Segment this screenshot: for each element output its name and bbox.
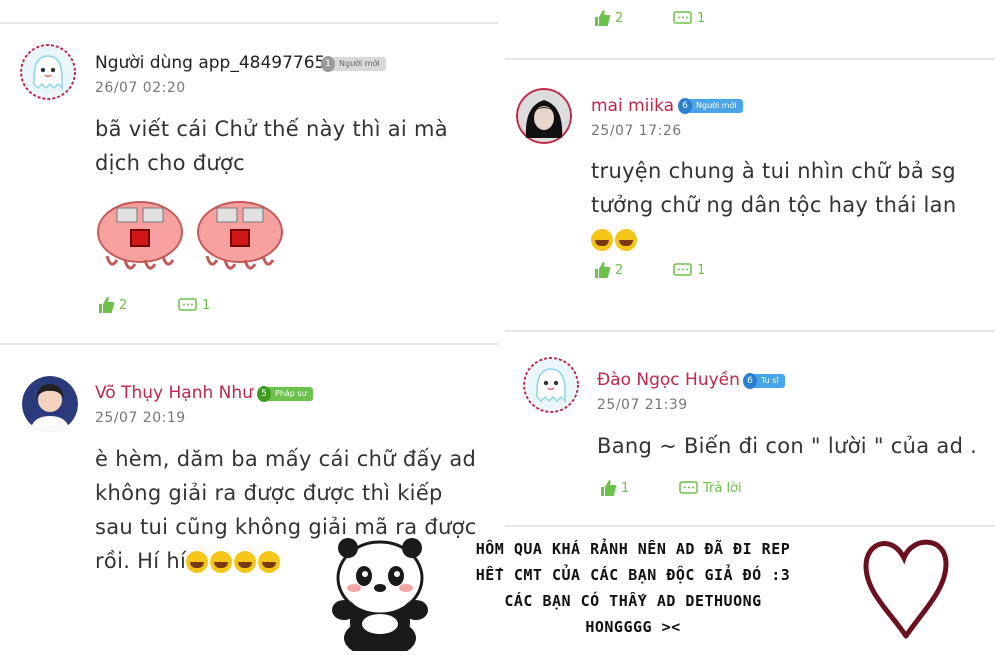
like-count: 2 [119, 297, 128, 313]
comment-line: bã viết cái Chử thế này thì ai mà [95, 117, 448, 141]
reply-count: 1 [697, 10, 706, 26]
sticker-image [95, 190, 295, 284]
caption-line: HÔM QUA KHÁ RẢNH NÊN AD ĐÃ ĐI REP [475, 540, 791, 558]
divider [505, 330, 995, 332]
heart-doodle [860, 532, 952, 648]
username[interactable]: Đào Ngọc Huyền [597, 370, 740, 390]
like-count: 1 [621, 480, 630, 496]
level-number: 6 [678, 98, 692, 114]
comment-card: mai miika 6 Người mới 25/07 17:26 truyện… [505, 60, 995, 328]
laughing-emoji-icon [210, 551, 233, 573]
level-number: 1 [321, 56, 335, 72]
comment-card: Người dùng app_48497765 1 Người mới 26/0… [0, 24, 498, 342]
divider [505, 525, 995, 527]
reply-button[interactable]: 1 [673, 10, 705, 26]
timestamp: 25/07 21:39 [597, 397, 688, 413]
jellyfish-sticker-icon [97, 201, 283, 270]
comment-icon [679, 481, 698, 494]
laughing-emoji-icon [258, 551, 281, 573]
rank-badge: 6 Người mới [678, 98, 743, 114]
avatar[interactable] [20, 44, 76, 100]
laughing-emoji-icon [234, 551, 257, 573]
timestamp: 25/07 17:26 [591, 123, 682, 139]
comment-line: tưởng chữ ng dân tộc hay thái lan [591, 193, 957, 217]
ghost-avatar-icon [523, 357, 579, 413]
comment-icon [673, 11, 692, 24]
comment-icon [178, 298, 197, 311]
rank-badge: 1 Người mới [321, 56, 386, 72]
comment-line: truyện chung à tui nhìn chữ bả sg [591, 159, 956, 183]
rank-label: Tu sĩ [761, 376, 779, 385]
laughing-emoji-icon [591, 229, 613, 251]
reply-button[interactable]: 1 [178, 297, 210, 313]
timestamp: 26/07 02:20 [95, 80, 186, 96]
reply-button[interactable]: Trả lời [679, 480, 742, 496]
panda-icon [332, 538, 428, 655]
panda-mascot [318, 528, 443, 655]
like-button[interactable]: 2 [593, 261, 623, 279]
comment-icon [673, 263, 692, 276]
comment-card-partial: 2 1 [505, 0, 995, 56]
avatar[interactable] [523, 357, 579, 413]
timestamp: 25/07 20:19 [95, 410, 186, 426]
divider [0, 343, 498, 345]
emoji-line [591, 222, 981, 256]
comment-line: không giải ra được được thì kiếp [95, 481, 443, 505]
rank-badge: 5 Pháp sư [257, 386, 313, 402]
like-count: 2 [615, 262, 624, 278]
like-count: 2 [615, 10, 624, 26]
laughing-emoji-icon [186, 551, 209, 573]
caption-text: HÔM QUA KHÁ RẢNH NÊN AD ĐÃ ĐI REP HẾT CM… [440, 536, 826, 640]
level-number: 5 [257, 386, 271, 402]
username[interactable]: Võ Thụy Hạnh Như [95, 383, 253, 403]
comment-line-text: rồi. Hí hí [95, 549, 187, 573]
thumbs-up-icon [595, 10, 611, 26]
reply-count: 1 [697, 262, 706, 278]
ghost-avatar-icon [20, 44, 76, 100]
reply-button[interactable]: 1 [673, 262, 705, 278]
heart-icon [863, 539, 949, 639]
level-number: 6 [743, 373, 757, 389]
username[interactable]: mai miika [591, 96, 674, 116]
rank-label: Pháp sư [275, 389, 307, 398]
laughing-emoji-icon [615, 229, 637, 251]
comment-card: Đào Ngọc Huyền 6 Tu sĩ 25/07 21:39 Bang … [505, 333, 995, 523]
comment-text: truyện chung à tui nhìn chữ bả sg tưởng … [591, 154, 981, 256]
reply-count: 1 [202, 297, 211, 313]
user-photo-icon [22, 376, 78, 432]
caption-line: HẾT CMT CỦA CÁC BẠN ĐỘC GIẢ ĐÓ :3 [475, 566, 791, 584]
caption-line: CÁC BẠN CÓ THẤY AD DETHUONG [504, 592, 762, 610]
thumbs-up-icon [601, 480, 617, 496]
caption-line: HONGGGG >< [585, 618, 681, 636]
thumbs-up-icon [99, 297, 115, 313]
rank-badge: 6 Tu sĩ [743, 373, 785, 389]
user-photo-icon [516, 88, 572, 144]
comment-text: Bang ~ Biến đi con " lười " của ad . [597, 429, 987, 463]
reply-label: Trả lời [703, 480, 742, 496]
thumbs-up-icon [595, 262, 611, 278]
comment-text: bã viết cái Chử thế này thì ai mà dịch c… [95, 112, 475, 180]
rank-label: Người mới [339, 59, 380, 68]
avatar[interactable] [516, 88, 572, 144]
rank-label: Người mới [696, 101, 737, 110]
like-button[interactable]: 2 [97, 296, 127, 314]
username[interactable]: Người dùng app_48497765 [95, 53, 325, 73]
comment-line: Bang ~ Biến đi con " lười " của ad . [597, 434, 978, 458]
comment-line: è hèm, dăm ba mấy cái chữ đấy ad [95, 447, 477, 471]
like-button[interactable]: 2 [593, 9, 623, 27]
avatar[interactable] [22, 376, 78, 432]
comment-line: dịch cho được [95, 151, 246, 175]
like-button[interactable]: 1 [599, 479, 629, 497]
